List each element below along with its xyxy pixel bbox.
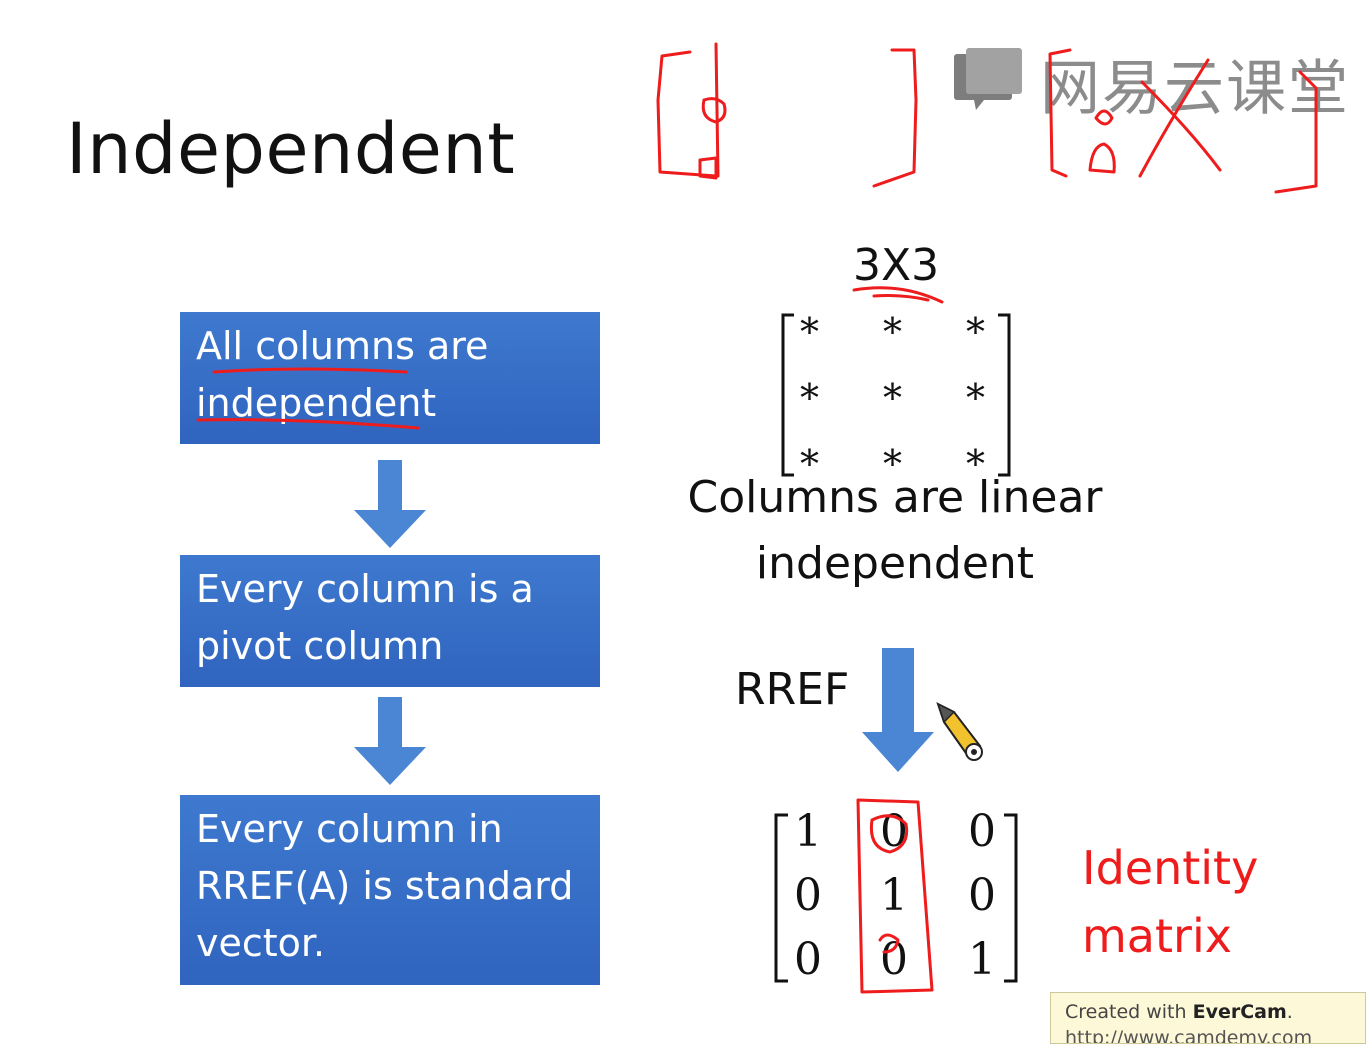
matrix-size-label: 3X3 (853, 240, 940, 291)
pencil-cursor-icon (936, 702, 983, 761)
flow-box-2-line-1: Every column is a (196, 567, 534, 611)
star-cell: * (800, 376, 819, 420)
rref-label: RREF (735, 664, 850, 715)
annotation-matrix: matrix (1082, 909, 1232, 963)
identity-cell: 1 (880, 870, 908, 921)
down-arrow-icon (862, 648, 934, 772)
annotation-identity: Identity (1082, 841, 1259, 895)
flow-box-2: Every column is a pivot column (180, 555, 600, 687)
evercam-url[interactable]: http://www.camdemy.com (1065, 1027, 1365, 1043)
flow-box-1-line-2: independent (196, 381, 437, 425)
slide-title: Independent (66, 108, 516, 190)
flow-box-1-line-1: All columns are (196, 324, 489, 368)
flow-box-3-line-3: vector. (196, 921, 326, 965)
identity-cell: 1 (794, 806, 822, 857)
identity-cell: 0 (968, 870, 996, 921)
evercam-period: . (1286, 1001, 1293, 1023)
caption-line-1: Columns are linear (687, 472, 1103, 523)
evercam-created-with: Created with (1065, 1001, 1187, 1023)
flow-box-3: Every column in RREF(A) is standard vect… (180, 795, 600, 985)
down-arrow-icon (354, 460, 426, 548)
identity-cell: 0 (968, 806, 996, 857)
star-cell: * (966, 310, 985, 354)
flow-box-2-line-2: pivot column (196, 624, 444, 668)
flow-box-3-line-2: RREF(A) is standard (196, 864, 574, 908)
flow-box-3-line-1: Every column in (196, 807, 503, 851)
caption-line-2: independent (755, 538, 1035, 589)
down-arrow-icon (354, 697, 426, 785)
star-cell: * (966, 376, 985, 420)
evercam-brand: EverCam (1192, 1001, 1287, 1023)
identity-cell: 0 (880, 934, 908, 985)
star-cell: * (800, 310, 819, 354)
identity-cell: 0 (880, 806, 908, 857)
star-cell: * (883, 376, 902, 420)
watermark-logo-icon (954, 48, 1022, 110)
flow-box-1: All columns are independent (180, 312, 600, 444)
identity-cell: 0 (794, 934, 822, 985)
star-cell: * (883, 310, 902, 354)
evercam-badge: Created with EverCam. http://www.camdemy… (1050, 992, 1366, 1044)
identity-cell: 1 (968, 934, 996, 985)
watermark-text: 网易云课堂 (1040, 54, 1350, 124)
identity-cell: 0 (794, 870, 822, 921)
